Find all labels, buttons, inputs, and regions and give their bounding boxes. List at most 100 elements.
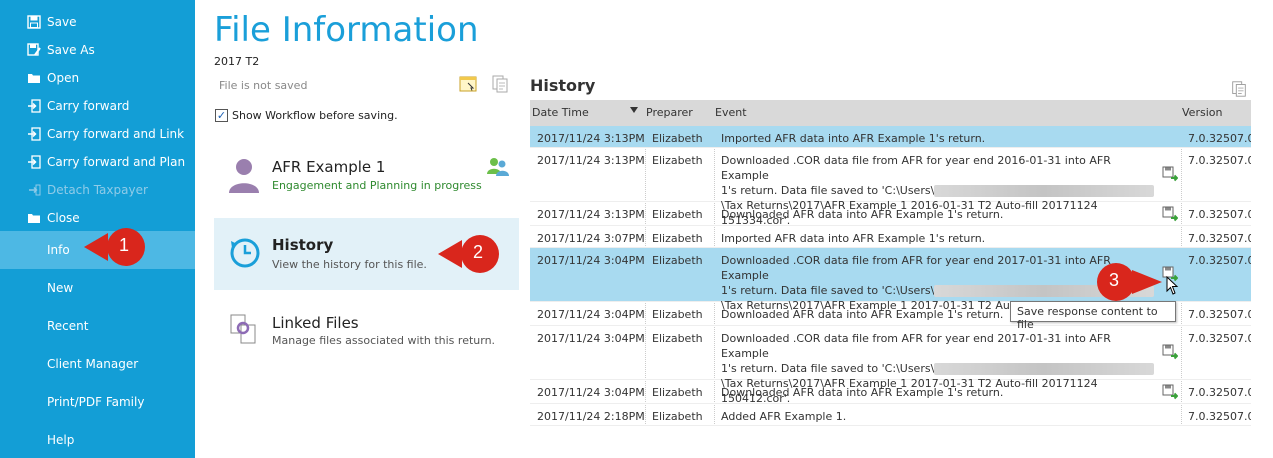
sidebar-item-carry-forward-plan[interactable]: Carry forward and Plan	[0, 148, 195, 176]
sidebar-item-label: Carry forward	[47, 99, 130, 113]
client-avatar-icon	[226, 156, 262, 197]
column-version[interactable]: Version	[1182, 106, 1222, 119]
save-response-icon[interactable]	[1162, 206, 1179, 222]
save-response-icon[interactable]	[1162, 166, 1179, 182]
event-path: 1's return. Data file saved to 'C:\Users…	[721, 284, 935, 297]
sidebar-nav-new[interactable]: New	[0, 269, 195, 307]
sidebar-item-open[interactable]: Open	[0, 64, 195, 92]
sidebar-nav-help[interactable]: Help	[0, 421, 195, 458]
history-table-header: Date Time Preparer Event Version	[530, 100, 1251, 126]
engagement-team-icon[interactable]	[486, 156, 510, 181]
save-response-icon[interactable]	[1162, 344, 1179, 360]
row-date: 2017/11/24 3:04PM	[537, 332, 645, 345]
row-preparer: Elizabeth	[652, 410, 703, 423]
event-path: 1's return. Data file saved to 'C:\Users…	[721, 362, 935, 375]
event-path: 1's return. Data file saved to 'C:\Users…	[721, 184, 935, 197]
event-line: 1's return. Data file saved to 'C:\Users…	[721, 183, 1161, 198]
sidebar-item-label: Close	[47, 211, 80, 225]
row-event: Imported AFR data into AFR Example 1's r…	[721, 232, 986, 245]
show-workflow-option[interactable]: ✓ Show Workflow before saving.	[215, 109, 398, 122]
table-row[interactable]: 2017/11/24 3:04PM Elizabeth Downloaded .…	[530, 326, 1251, 405]
copy-history-icon[interactable]	[1230, 80, 1250, 100]
page-subtitle: 2017 T2	[214, 55, 260, 68]
linked-files-title: Linked Files	[272, 314, 359, 332]
row-preparer: Elizabeth	[652, 132, 703, 145]
sort-desc-icon[interactable]	[629, 105, 639, 118]
close-folder-icon	[26, 210, 42, 226]
row-date: 2017/11/24 2:18PM	[537, 410, 645, 423]
sidebar-nav-client-manager[interactable]: Client Manager	[0, 345, 195, 383]
save-response-tooltip: Save response content to file	[1010, 301, 1176, 331]
row-preparer: Elizabeth	[652, 386, 703, 399]
row-version: 7.0.32507.0	[1188, 308, 1251, 321]
sidebar-nav-label: Help	[47, 433, 75, 447]
carry-forward-plan-icon	[26, 154, 42, 170]
browse-file-icon[interactable]	[458, 74, 478, 94]
row-version: 7.0.32507.0	[1188, 232, 1251, 245]
row-event: Added AFR Example 1.	[721, 410, 847, 423]
column-event[interactable]: Event	[715, 106, 747, 119]
history-clock-icon	[228, 236, 262, 273]
sidebar-item-carry-forward[interactable]: Carry forward	[0, 92, 195, 120]
show-workflow-checkbox[interactable]: ✓	[215, 109, 228, 122]
row-date: 2017/11/24 3:04PM	[537, 254, 645, 267]
copy-path-icon[interactable]	[490, 74, 510, 94]
row-preparer: Elizabeth	[652, 332, 703, 345]
sidebar-nav-label: New	[47, 281, 74, 295]
page-title: File Information	[214, 10, 479, 50]
history-title: History	[530, 76, 596, 95]
row-version: 7.0.32507.0	[1188, 254, 1251, 267]
row-preparer: Elizabeth	[652, 154, 703, 167]
save-icon	[26, 14, 42, 30]
callout-label: 3	[1109, 270, 1120, 290]
carry-forward-link-icon	[26, 126, 42, 142]
history-panel-subtitle: View the history for this file.	[272, 258, 427, 271]
save-as-icon	[26, 42, 42, 58]
file-status: File is not saved	[219, 79, 308, 92]
row-preparer: Elizabeth	[652, 254, 703, 267]
client-name: AFR Example 1	[272, 158, 386, 176]
mouse-cursor-icon	[1166, 275, 1180, 299]
client-panel[interactable]: AFR Example 1 Engagement and Planning in…	[214, 146, 519, 210]
table-row[interactable]: 2017/11/24 2:18PM Elizabeth Added AFR Ex…	[530, 404, 1251, 426]
open-folder-icon	[26, 70, 42, 86]
row-preparer: Elizabeth	[652, 232, 703, 245]
sidebar-nav-print-pdf-family[interactable]: Print/PDF Family	[0, 383, 195, 421]
row-version: 7.0.32507.0	[1188, 332, 1251, 345]
row-date: 2017/11/24 3:04PM	[537, 386, 645, 399]
callout-1: 1	[82, 227, 152, 267]
sidebar-nav-label: Print/PDF Family	[47, 395, 145, 409]
row-preparer: Elizabeth	[652, 208, 703, 221]
row-event: Downloaded AFR data into AFR Example 1's…	[721, 386, 1004, 399]
table-row[interactable]: 2017/11/24 3:04PM Elizabeth Downloaded A…	[530, 380, 1251, 404]
callout-label: 1	[119, 235, 130, 255]
table-row[interactable]: 2017/11/24 3:07PM Elizabeth Imported AFR…	[530, 226, 1251, 248]
callout-2: 2	[436, 234, 506, 274]
callout-3: 3	[1090, 262, 1166, 302]
detach-icon	[26, 182, 42, 198]
sidebar-item-label: Carry forward and Link	[47, 127, 185, 141]
event-line: Downloaded .COR data file from AFR for y…	[721, 332, 1111, 360]
callout-label: 2	[473, 242, 484, 262]
row-event: Imported AFR data into AFR Example 1's r…	[721, 132, 986, 145]
column-date-time[interactable]: Date Time	[532, 106, 589, 119]
sidebar-item-save-as[interactable]: Save As	[0, 36, 195, 64]
sidebar-nav-label: Client Manager	[47, 357, 139, 371]
redacted-block	[934, 185, 1155, 197]
row-date: 2017/11/24 3:13PM	[537, 132, 645, 145]
linked-files-panel[interactable]: Linked Files Manage files associated wit…	[214, 300, 519, 360]
sidebar-nav-label: Info	[47, 243, 70, 257]
save-response-icon[interactable]	[1162, 384, 1179, 400]
sidebar-item-save[interactable]: Save	[0, 8, 195, 36]
sidebar-item-carry-forward-link[interactable]: Carry forward and Link	[0, 120, 195, 148]
sidebar-item-label: Save As	[47, 43, 95, 57]
sidebar-item-detach-taxpayer[interactable]: Detach Taxpayer	[0, 176, 195, 204]
sidebar-nav-recent[interactable]: Recent	[0, 307, 195, 345]
column-preparer[interactable]: Preparer	[646, 106, 693, 119]
sidebar-item-label: Save	[47, 15, 77, 29]
row-date: 2017/11/24 3:13PM	[537, 154, 645, 167]
redacted-block	[934, 363, 1155, 375]
table-row[interactable]: 2017/11/24 3:13PM Elizabeth Imported AFR…	[530, 126, 1251, 148]
table-row[interactable]: 2017/11/24 3:13PM Elizabeth Downloaded .…	[530, 148, 1251, 227]
table-row[interactable]: 2017/11/24 3:13PM Elizabeth Downloaded A…	[530, 202, 1251, 226]
